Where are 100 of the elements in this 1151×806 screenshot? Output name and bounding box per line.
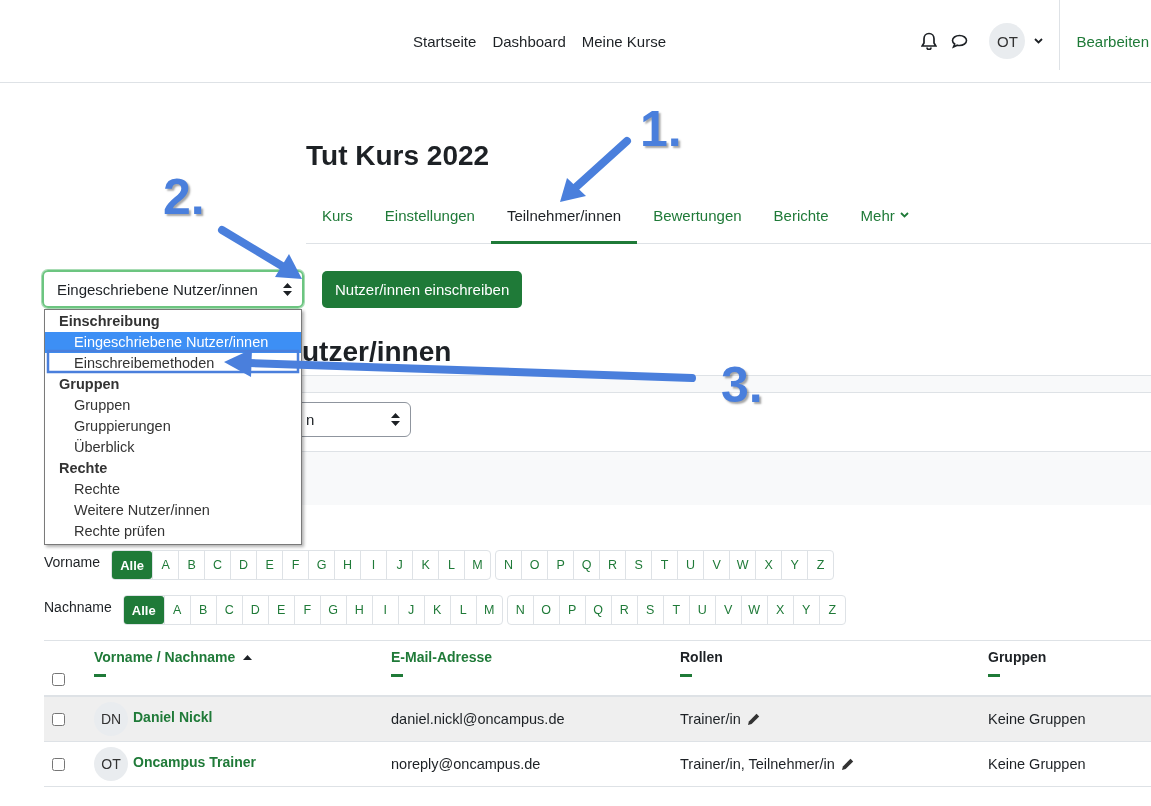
letter-filter-button[interactable]: M (475, 596, 502, 624)
letter-filter-button[interactable]: E (267, 596, 294, 624)
letter-filter-button[interactable]: G (319, 596, 346, 624)
letter-filter-button[interactable]: T (662, 596, 689, 624)
letter-filter-button[interactable]: O (532, 596, 559, 624)
letter-filter-button[interactable]: X (755, 551, 782, 579)
column-header[interactable]: E-Mail-Adresse (391, 649, 493, 665)
dropdown-option[interactable]: Rechte prüfen (45, 521, 301, 542)
row-checkbox[interactable] (52, 757, 65, 771)
letter-filter-button[interactable]: B (178, 551, 205, 579)
filter-label: Vorname (44, 553, 101, 570)
letter-filter-button[interactable]: X (766, 596, 793, 624)
user-name-link[interactable]: Daniel Nickl (133, 709, 213, 725)
user-avatar: OT (94, 747, 128, 781)
nav-tab[interactable]: Kurs (306, 189, 369, 244)
letter-filter-button[interactable]: K (412, 551, 439, 579)
nav-tab[interactable]: Berichte (757, 189, 845, 244)
letter-filter-button[interactable]: E (256, 551, 283, 579)
letter-filter-button[interactable]: Alle (123, 596, 164, 624)
letter-filter-button[interactable]: Alle (112, 551, 153, 579)
pencil-icon[interactable] (746, 712, 760, 726)
letter-filter-button[interactable]: L (438, 551, 465, 579)
letter-filter-button[interactable]: B (189, 596, 216, 624)
pencil-icon[interactable] (840, 757, 854, 771)
edit-link[interactable]: Bearbeiten (1076, 32, 1149, 50)
letter-filter-button[interactable]: J (397, 596, 424, 624)
letter-filter-button[interactable]: N (507, 596, 533, 624)
dropdown-option[interactable]: Überblick (45, 437, 301, 458)
select-dropdown[interactable]: Eingeschriebene Nutzer/innen (42, 270, 304, 308)
chat-icon[interactable] (951, 33, 969, 49)
letter-filter-button[interactable]: Y (781, 551, 808, 579)
letter-filter-button[interactable]: Y (792, 596, 819, 624)
bell-icon[interactable] (921, 32, 938, 50)
roles-cell: Trainer/in, Teilnehmer/in (680, 756, 835, 772)
nav-link[interactable]: Startseite (413, 32, 477, 50)
letter-filter-button[interactable]: G (308, 551, 335, 579)
letter-filter-button[interactable]: D (241, 596, 268, 624)
dropdown-option[interactable]: Rechte (45, 479, 301, 500)
column-header[interactable]: Vorname / Nachname (94, 649, 236, 665)
letter-filter-button[interactable]: C (204, 551, 231, 579)
letter-filter-button[interactable]: K (423, 596, 450, 624)
chevron-down-icon (899, 212, 909, 218)
step-number: 1. (640, 104, 682, 154)
letter-filter-button[interactable]: W (740, 596, 767, 624)
letter-filter-button[interactable]: Q (584, 596, 611, 624)
letter-filter-button[interactable]: Q (573, 551, 600, 579)
caret-icon[interactable] (1034, 38, 1044, 44)
email-cell-text: daniel.nickl@oncampus.de (391, 711, 566, 727)
dropdown-option[interactable]: Einschreibemethoden (45, 353, 301, 374)
nav-link[interactable]: Meine Kurse (581, 32, 666, 50)
letter-filter-button[interactable]: F (293, 596, 320, 624)
nav-link[interactable]: Dashboard (492, 32, 566, 50)
letter-filter-button[interactable]: A (152, 551, 179, 579)
letter-filter-button[interactable]: Z (807, 551, 834, 579)
sort-arrows-icon (283, 282, 292, 296)
row-checkbox[interactable] (52, 712, 65, 726)
letter-filter-button[interactable]: J (386, 551, 413, 579)
letter-filter-button[interactable]: I (371, 596, 398, 624)
letter-filter-button[interactable]: P (558, 596, 585, 624)
nav-tab[interactable]: Bewertungen (637, 189, 758, 244)
letter-filter-button[interactable]: V (714, 596, 741, 624)
sort-arrows-icon (391, 413, 400, 426)
letter-filter-button[interactable]: U (688, 596, 715, 624)
letter-filter-button[interactable]: Z (818, 596, 845, 624)
select-all-checkbox[interactable] (52, 673, 65, 686)
column-header: Gruppen (988, 649, 1047, 665)
letter-filter-button[interactable]: H (345, 596, 372, 624)
letter-filter-button[interactable]: D (230, 551, 257, 579)
letter-filter-button[interactable]: H (334, 551, 361, 579)
letter-filter-button[interactable]: M (464, 551, 491, 579)
letter-filter-button[interactable]: U (677, 551, 704, 579)
roles-cell: Trainer/in (680, 711, 741, 727)
groups-cell-text: Keine Gruppen (988, 711, 1087, 727)
letter-filter-button[interactable]: I (360, 551, 387, 579)
letter-filter-button[interactable]: O (521, 551, 548, 579)
letter-filter-button[interactable]: N (496, 551, 522, 579)
letter-filter-button[interactable]: V (703, 551, 730, 579)
letter-filter-button[interactable]: F (282, 551, 309, 579)
user-avatar[interactable]: OT (989, 23, 1026, 59)
letter-filter-button[interactable]: P (547, 551, 574, 579)
letter-filter-button[interactable]: R (610, 596, 637, 624)
letter-filter-button[interactable]: R (599, 551, 626, 579)
sort-up-icon[interactable] (243, 654, 253, 660)
dropdown-option[interactable]: Eingeschriebene Nutzer/innen (45, 332, 301, 353)
user-name-link[interactable]: Oncampus Trainer (133, 754, 256, 770)
letter-filter-button[interactable]: L (449, 596, 476, 624)
enrol-button[interactable]: Nutzer/innen einschreiben (322, 270, 523, 308)
dropdown-option[interactable]: Weitere Nutzer/innen (45, 500, 301, 521)
user-avatar: DN (94, 702, 128, 736)
letter-filter-button[interactable]: S (636, 596, 663, 624)
option-group-label: Gruppen (58, 375, 121, 394)
letter-filter-button[interactable]: A (163, 596, 190, 624)
letter-filter-button[interactable]: C (215, 596, 242, 624)
nav-tab[interactable]: Mehr (844, 189, 925, 244)
nav-tab[interactable]: Einstellungen (368, 189, 491, 244)
arrow (560, 137, 631, 202)
letter-filter-button[interactable]: W (729, 551, 756, 579)
letter-filter-button[interactable]: T (651, 551, 678, 579)
letter-filter-button[interactable]: S (625, 551, 652, 579)
section-heading: utzer/innen (302, 335, 452, 369)
